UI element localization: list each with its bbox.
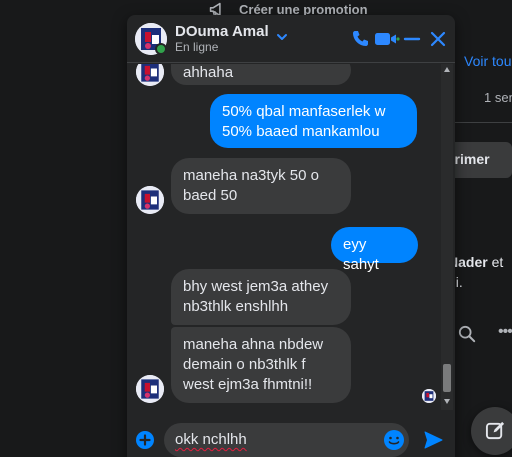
scroll-down-arrow[interactable] — [444, 399, 450, 404]
sender-avatar — [136, 375, 164, 403]
notification-text: Nader et ui. — [448, 252, 503, 292]
message-bubble-incoming[interactable]: ahhaha — [171, 64, 351, 85]
minimize-icon — [403, 37, 421, 41]
minimize-button[interactable] — [401, 28, 423, 50]
video-call-button[interactable] — [374, 28, 400, 50]
message-input-value: okk nchlhh — [175, 431, 247, 448]
divider — [454, 122, 512, 123]
online-indicator — [155, 43, 167, 55]
new-message-button[interactable] — [471, 407, 512, 455]
send-icon[interactable] — [423, 430, 443, 450]
close-icon — [430, 31, 446, 47]
message-bubble-incoming[interactable]: bhy west jem3a athey nb3thlk enshlhh — [171, 269, 351, 325]
message-bubble-incoming[interactable]: maneha na3tyk 50 o baed 50 — [171, 158, 351, 214]
contact-name[interactable]: DOuma Amal — [175, 23, 269, 40]
notification-suffix: et — [487, 254, 504, 270]
sender-avatar — [136, 186, 164, 214]
more-icon[interactable]: ••• — [498, 323, 512, 341]
sender-avatar — [136, 64, 164, 86]
chat-header: DOuma Amal En ligne — [127, 15, 455, 63]
plus-icon[interactable] — [135, 430, 155, 450]
message-bubble-outgoing[interactable]: 50% qbal manfaserlek w 50% baaed mankaml… — [210, 94, 417, 148]
call-button[interactable] — [349, 28, 371, 50]
video-icon — [375, 33, 400, 45]
phone-icon — [353, 31, 368, 46]
scroll-thumb[interactable] — [443, 364, 451, 392]
scrollbar[interactable] — [441, 64, 453, 410]
close-button[interactable] — [427, 28, 449, 50]
notification-time: 1 sen — [484, 90, 512, 105]
search-icon[interactable] — [458, 325, 476, 343]
see-all-link[interactable]: Voir tou — [464, 53, 511, 69]
composer: okk nchlhh — [127, 416, 455, 457]
seen-avatar — [422, 389, 436, 403]
scroll-up-arrow[interactable] — [444, 67, 450, 72]
message-list[interactable]: ahhaha 50% qbal manfaserlek w 50% baaed … — [127, 64, 455, 416]
chevron-down-icon[interactable] — [275, 30, 289, 44]
chat-window: DOuma Amal En ligne ahhaha 50% qbal manf… — [127, 15, 455, 457]
emoji-icon[interactable] — [383, 429, 405, 451]
contact-status: En ligne — [175, 40, 219, 54]
message-input[interactable]: okk nchlhh — [164, 423, 409, 457]
compose-icon — [485, 421, 505, 440]
message-bubble-outgoing[interactable]: eyy sahyt — [331, 227, 418, 273]
message-bubble-incoming[interactable]: maneha ahna nbdew demain o nb3thlk f wes… — [171, 327, 351, 403]
